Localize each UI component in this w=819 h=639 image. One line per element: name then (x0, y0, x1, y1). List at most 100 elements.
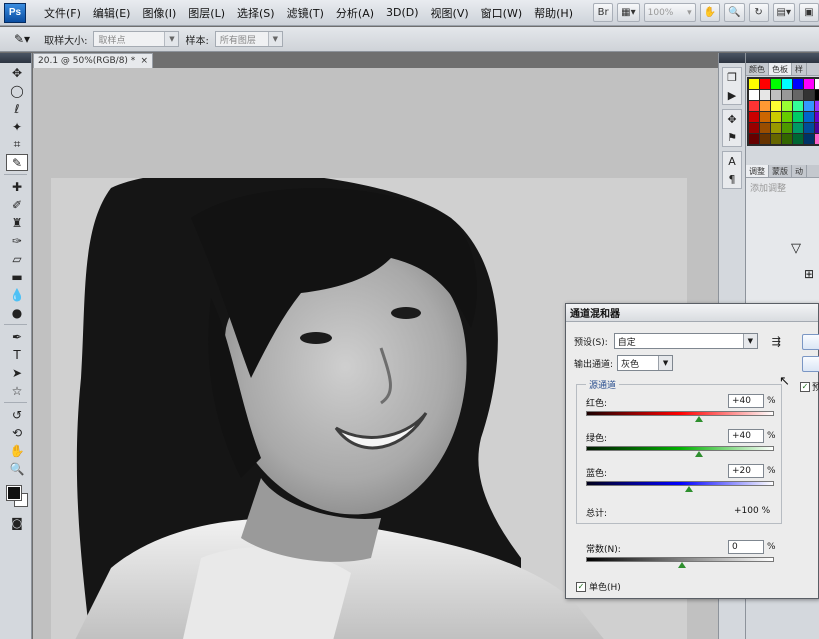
shape-tool-icon[interactable]: ☆ (6, 382, 28, 399)
brush-tool-icon[interactable]: ✐ (6, 196, 28, 213)
color-swatch[interactable] (749, 101, 759, 111)
zoom-tool-icon[interactable]: 🔍 (6, 460, 28, 477)
quick-mask-icon[interactable]: ◙ (6, 514, 28, 531)
color-swatch[interactable] (760, 101, 770, 111)
sample-dropdown[interactable]: 所有图层 ▼ (214, 31, 283, 47)
color-swatch[interactable] (760, 112, 770, 122)
tab-actions[interactable]: 动 (792, 165, 807, 177)
view-extras-icon[interactable]: ▦▾ (617, 3, 640, 22)
3d-rotate-tool-icon[interactable]: ↺ (6, 406, 28, 423)
monochrome-checkbox[interactable]: ✓ (576, 581, 586, 592)
color-swatch[interactable] (749, 79, 759, 89)
constant-slider-thumb[interactable] (678, 562, 686, 568)
close-icon[interactable]: × (140, 56, 148, 66)
red-value-input[interactable]: +40 (728, 394, 764, 408)
ok-button[interactable] (802, 334, 819, 350)
color-swatch[interactable] (815, 134, 819, 144)
constant-value-input[interactable]: 0 (728, 540, 764, 554)
blue-value-input[interactable]: +20 (728, 464, 764, 478)
menu-image[interactable]: 图像(I) (136, 5, 182, 21)
blue-slider-track[interactable] (586, 481, 774, 486)
document-tab[interactable]: 20.1 @ 50%(RGB/8) * × (33, 53, 153, 68)
levels-adjust-icon[interactable]: ▽ (791, 241, 801, 256)
history-icon[interactable]: ❐ (723, 68, 741, 86)
color-swatch[interactable] (749, 90, 759, 100)
rotate-view-icon[interactable]: ↻ (748, 3, 769, 22)
color-swatch[interactable] (771, 123, 781, 133)
menu-filter[interactable]: 滤镜(T) (281, 5, 330, 21)
color-swatch[interactable] (793, 79, 803, 89)
color-swatch[interactable] (760, 90, 770, 100)
color-swatch[interactable] (804, 112, 814, 122)
color-swatch[interactable] (782, 112, 792, 122)
menu-select[interactable]: 选择(S) (231, 5, 281, 21)
color-swatch[interactable] (804, 79, 814, 89)
tab-adjustments[interactable]: 调整 (746, 165, 769, 177)
menu-analysis[interactable]: 分析(A) (330, 5, 380, 21)
path-selection-tool-icon[interactable]: ➤ (6, 364, 28, 381)
history-brush-tool-icon[interactable]: ✑ (6, 232, 28, 249)
color-swatch[interactable] (793, 101, 803, 111)
lasso-tool-icon[interactable]: ℓ (6, 100, 28, 117)
preview-checkbox[interactable]: ✓ (800, 381, 810, 392)
color-swatch[interactable] (793, 90, 803, 100)
menu-layer[interactable]: 图层(L) (182, 5, 231, 21)
character-icon[interactable]: A (723, 152, 741, 170)
sample-size-dropdown[interactable]: 取样点 ▼ (93, 31, 180, 47)
color-swatch[interactable] (793, 112, 803, 122)
menu-help[interactable]: 帮助(H) (528, 5, 579, 21)
menu-3d[interactable]: 3D(D) (380, 6, 425, 19)
green-slider-track[interactable] (586, 446, 774, 451)
color-swatch[interactable] (804, 123, 814, 133)
tab-masks[interactable]: 蒙版 (769, 165, 792, 177)
cancel-button[interactable] (802, 356, 819, 372)
menu-file[interactable]: 文件(F) (38, 5, 87, 21)
green-value-input[interactable]: +40 (728, 429, 764, 443)
color-swatch[interactable] (771, 101, 781, 111)
swatches-grid[interactable] (747, 77, 819, 146)
menu-window[interactable]: 窗口(W) (475, 5, 528, 21)
menu-view[interactable]: 视图(V) (425, 5, 475, 21)
foreground-color-swatch[interactable] (6, 485, 22, 501)
color-swatch[interactable] (815, 123, 819, 133)
actions-icon[interactable]: ▶ (723, 86, 741, 104)
tab-color[interactable]: 颜色 (746, 63, 769, 75)
panel-grip[interactable] (0, 53, 31, 63)
output-channel-dropdown[interactable]: 灰色 ▼ (617, 355, 674, 371)
menu-edit[interactable]: 编辑(E) (87, 5, 137, 21)
color-swatch[interactable] (793, 134, 803, 144)
color-swatch[interactable] (804, 101, 814, 111)
type-tool-icon[interactable]: T (6, 346, 28, 363)
tab-styles[interactable]: 样 (792, 63, 807, 75)
color-swatch[interactable] (815, 90, 819, 100)
quick-selection-tool-icon[interactable]: ✦ (6, 118, 28, 135)
color-swatch[interactable] (804, 90, 814, 100)
preset-options-icon[interactable]: ⇶ (772, 335, 781, 348)
tab-swatches[interactable]: 色板 (769, 63, 792, 75)
zoom-tool-icon[interactable]: 🔍 (724, 3, 745, 22)
color-swatch[interactable] (782, 90, 792, 100)
color-swatch[interactable] (771, 79, 781, 89)
tool-presets-icon[interactable]: ✥ (723, 110, 741, 128)
red-slider-track[interactable] (586, 411, 774, 416)
color-swatch[interactable] (782, 123, 792, 133)
color-swatch[interactable] (771, 90, 781, 100)
color-swatch[interactable] (760, 79, 770, 89)
brushes-icon[interactable]: ⚑ (723, 128, 741, 146)
channel-mixer-adjust-icon[interactable]: ⊞ (804, 267, 814, 281)
gradient-tool-icon[interactable]: ▬ (6, 268, 28, 285)
color-swatch[interactable] (782, 79, 792, 89)
color-swatch[interactable] (793, 123, 803, 133)
move-tool-icon[interactable]: ✥ (6, 64, 28, 81)
color-swatch[interactable] (749, 134, 759, 144)
eyedropper-icon[interactable]: ✎▾ (14, 32, 30, 46)
eraser-tool-icon[interactable]: ▱ (6, 250, 28, 267)
arrange-documents-icon[interactable]: ▤▾ (772, 3, 795, 22)
zoom-level-dropdown[interactable]: 100% ▾ (643, 3, 696, 22)
color-swatch[interactable] (782, 134, 792, 144)
screen-mode-icon[interactable]: ▣ (799, 3, 819, 22)
color-swatch[interactable] (749, 112, 759, 122)
bridge-icon[interactable]: Br (593, 3, 614, 22)
eyedropper-tool-icon[interactable]: ✎ (6, 154, 28, 171)
clone-stamp-tool-icon[interactable]: ♜ (6, 214, 28, 231)
